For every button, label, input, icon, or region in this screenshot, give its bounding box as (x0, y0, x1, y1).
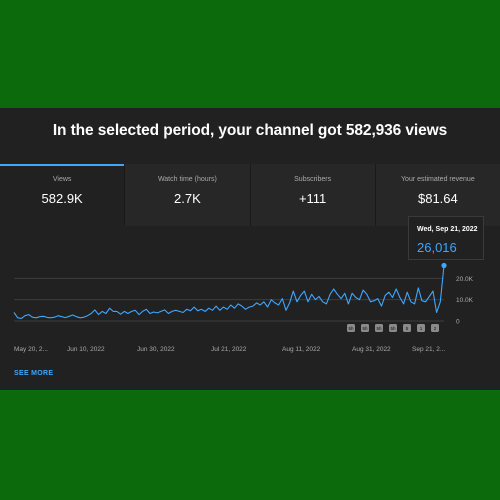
video-marker[interactable]: 5h (375, 324, 383, 332)
x-tick-label: Aug 11, 2022 (282, 346, 321, 353)
x-tick-label: May 20, 2... (14, 346, 48, 353)
x-tick-label: Jun 10, 2022 (67, 346, 105, 353)
see-more-link[interactable]: SEE MORE (14, 370, 53, 377)
chart-tooltip: Wed, Sep 21, 2022 26,016 (408, 216, 484, 260)
tooltip-date: Wed, Sep 21, 2022 (417, 226, 478, 233)
y-tick-label: 10.0K (456, 297, 474, 304)
highlight-data-point (441, 262, 447, 269)
x-tick-label: Jun 30, 2022 (137, 346, 175, 353)
y-tick-label: 0 (456, 319, 460, 326)
x-tick-label: Jul 21, 2022 (211, 346, 247, 353)
x-tick-label: Aug 31, 2022 (352, 346, 391, 353)
views-series-line (13, 265, 445, 319)
video-marker-label: 5h (390, 326, 396, 331)
video-marker[interactable]: 5h (347, 324, 355, 332)
video-marker[interactable]: 5h (361, 324, 369, 332)
analytics-panel: In the selected period, your channel got… (0, 108, 500, 390)
video-marker[interactable]: 1 (417, 324, 425, 332)
video-marker[interactable]: 5h (389, 324, 397, 332)
video-marker-label: 5h (362, 326, 368, 331)
x-tick-label: Sep 21, 2... (412, 346, 445, 353)
y-tick-label: 20.0K (456, 276, 474, 283)
video-marker-label: 5h (376, 326, 382, 331)
video-marker-label: 5h (348, 326, 354, 331)
video-marker[interactable]: 2 (431, 324, 439, 332)
video-marker[interactable]: 5 (403, 324, 411, 332)
tooltip-value: 26,016 (417, 240, 457, 255)
